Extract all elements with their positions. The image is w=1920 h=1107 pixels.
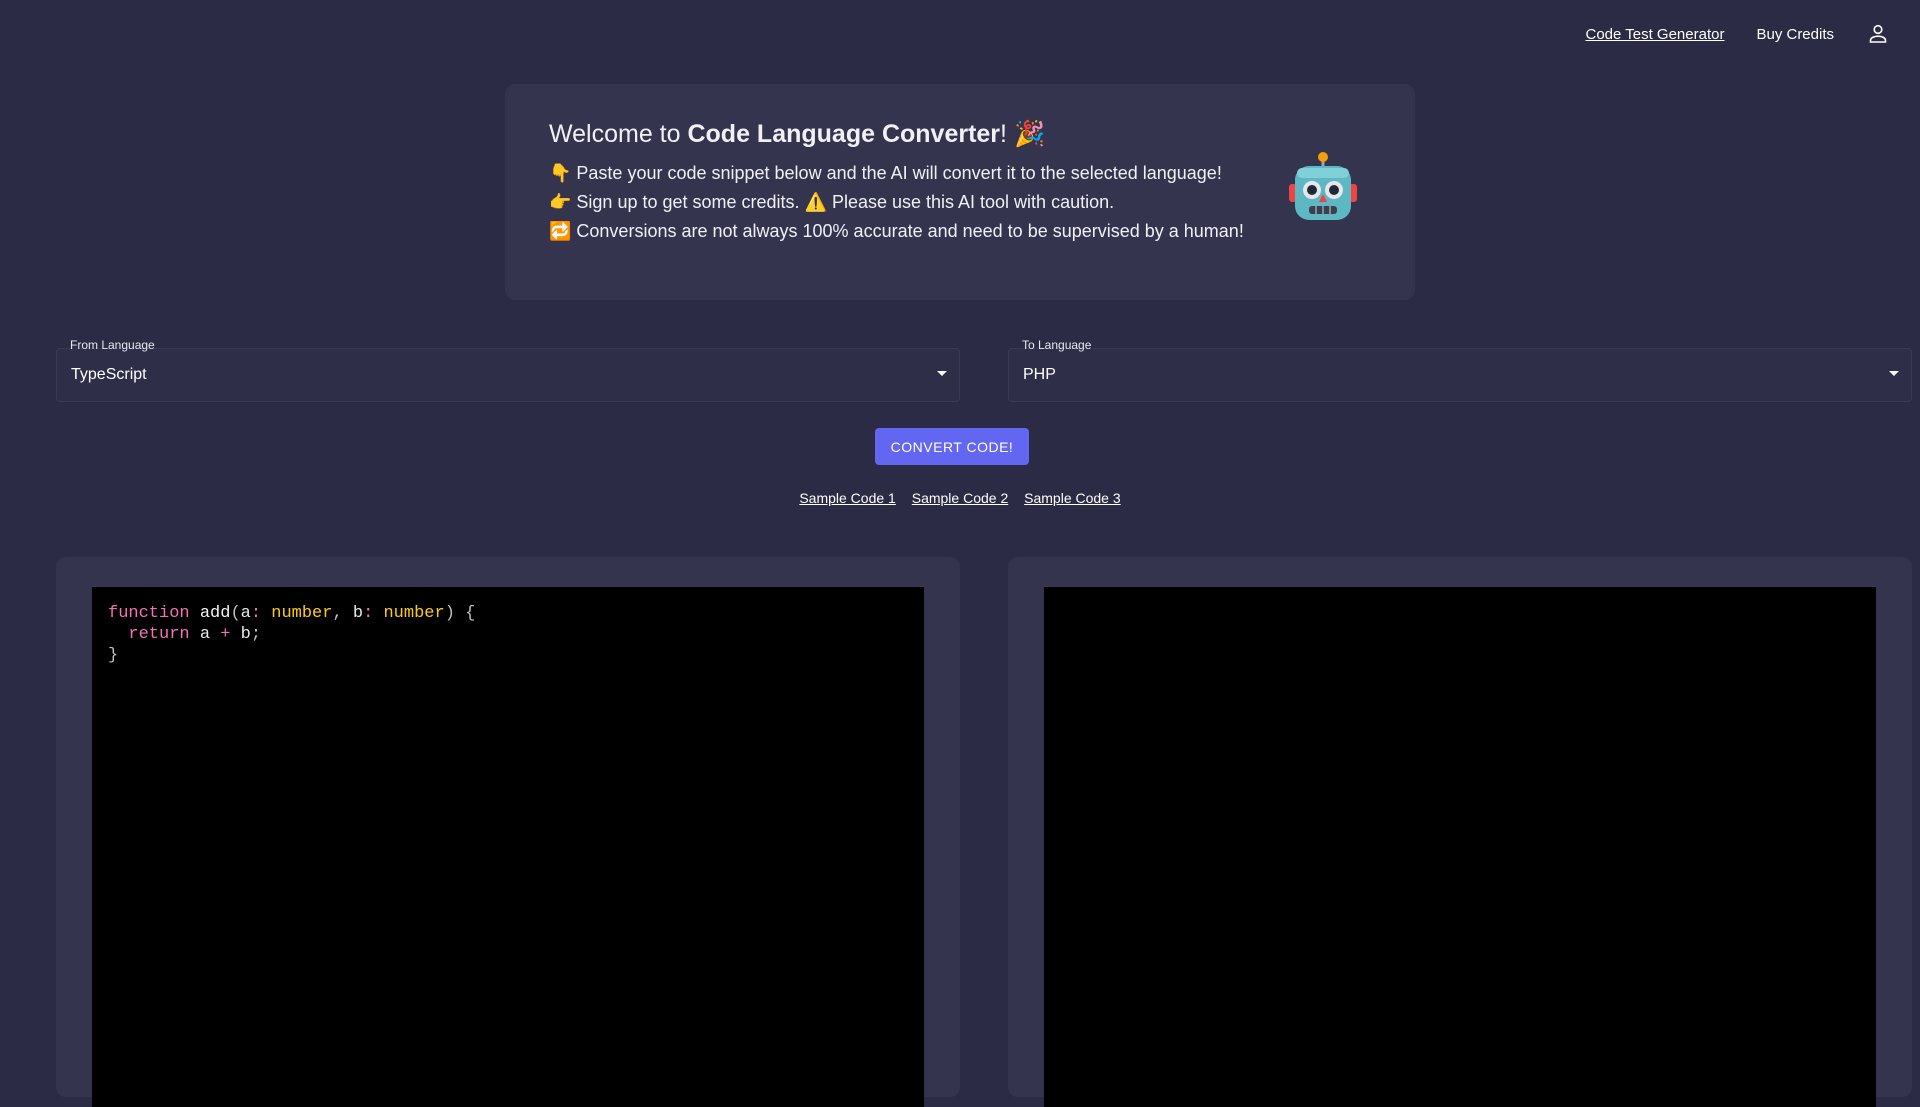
output-code-editor[interactable] [1044,587,1876,1107]
to-language-value: PHP [1023,366,1056,383]
welcome-title-prefix: Welcome to [549,120,688,148]
code-test-generator-link[interactable]: Code Test Generator [1585,26,1724,43]
from-language-dropdown[interactable]: TypeScript [56,348,960,402]
caret-down-icon [1889,371,1899,376]
input-code-editor[interactable]: function add(a: number, b: number) { ret… [92,587,924,1107]
top-nav: Code Test Generator Buy Credits [1585,22,1890,46]
output-panel [1008,557,1912,1107]
sample-code-1-link[interactable]: Sample Code 1 [799,490,896,506]
from-language-label: From Language [70,338,155,352]
app-name: Code Language Converter [687,120,1001,148]
to-language-select[interactable]: PHP To Language [1008,338,1912,404]
welcome-card: Welcome to Code Language Converter! 🎉 👇 … [505,84,1415,300]
sample-code-links: Sample Code 1 Sample Code 2 Sample Code … [0,490,1920,506]
welcome-line-signup: 👉 Sign up to get some credits. ⚠️ Please… [549,192,1115,212]
user-icon[interactable] [1866,22,1890,46]
robot-icon [1285,150,1361,226]
code-line: return a + b; [128,625,262,644]
from-language-select[interactable]: TypeScript From Language [56,338,960,404]
sample-code-2-link[interactable]: Sample Code 2 [912,490,1009,506]
code-line: function add(a: number, b: number) { [108,604,476,623]
input-panel: function add(a: number, b: number) { ret… [56,557,960,1107]
to-language-label: To Language [1022,338,1092,352]
buy-credits-link[interactable]: Buy Credits [1756,26,1834,43]
welcome-title: Welcome to Code Language Converter! 🎉 [549,120,1371,149]
caret-down-icon [937,371,947,376]
convert-code-button[interactable]: CONVERT CODE! [875,428,1029,465]
sample-code-3-link[interactable]: Sample Code 3 [1024,490,1121,506]
welcome-line-accuracy: 🔁 Conversions are not always 100% accura… [549,221,1244,241]
welcome-line-paste: 👇 Paste your code snippet below and the … [549,163,1222,183]
code-line: } [108,646,119,665]
from-language-value: TypeScript [71,366,147,383]
welcome-title-suffix: ! 🎉 [1000,120,1046,148]
to-language-dropdown[interactable]: PHP [1008,348,1912,402]
